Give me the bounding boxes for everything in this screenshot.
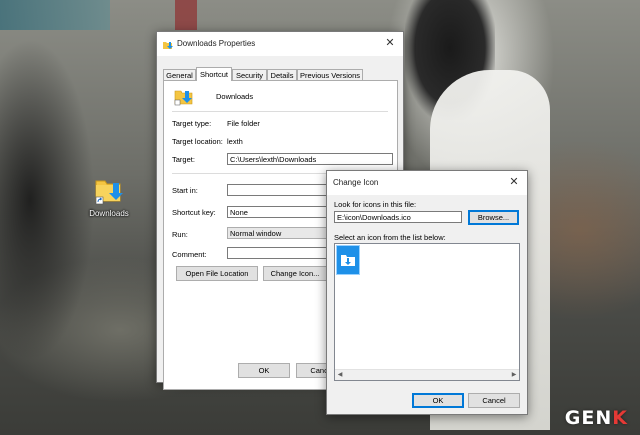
divider	[172, 111, 388, 112]
shortcut-name: Downloads	[216, 92, 254, 101]
select-icon-label: Select an icon from the list below:	[334, 233, 446, 242]
icon-list[interactable]: ◀ ▶	[334, 243, 520, 381]
close-icon[interactable]: ✕	[507, 175, 521, 189]
start-in-label: Start in:	[172, 186, 198, 195]
blue-folder-download-icon	[337, 246, 359, 274]
look-for-label: Look for icons in this file:	[334, 200, 417, 209]
target-label: Target:	[172, 155, 195, 164]
properties-ok-button[interactable]: OK	[238, 363, 290, 378]
icon-file-path-field[interactable]: E:\icon\Downloads.ico	[334, 211, 462, 223]
target-type-value: File folder	[227, 119, 260, 128]
change-icon-ok-button[interactable]: OK	[412, 393, 464, 408]
properties-titlebar[interactable]: Downloads Properties ✕	[157, 32, 403, 56]
run-label: Run:	[172, 230, 188, 239]
icon-list-scrollbar[interactable]: ◀ ▶	[335, 369, 519, 380]
scroll-left-icon[interactable]: ◀	[335, 370, 345, 380]
close-icon[interactable]: ✕	[383, 36, 397, 50]
properties-title: Downloads Properties	[177, 39, 256, 48]
icon-list-item-selected[interactable]	[336, 245, 360, 275]
change-icon-title: Change Icon	[333, 178, 379, 187]
tab-shortcut[interactable]: Shortcut	[196, 67, 232, 81]
target-type-label: Target type:	[172, 119, 212, 128]
change-icon-titlebar[interactable]: Change Icon ✕	[327, 171, 527, 195]
watermark-accent: K	[612, 407, 628, 429]
shortcut-key-label: Shortcut key:	[172, 208, 216, 217]
target-location-value: lexth	[227, 137, 243, 146]
comment-label: Comment:	[172, 250, 207, 259]
open-file-location-button[interactable]: Open File Location	[176, 266, 258, 281]
desktop-icon-label: Downloads	[89, 209, 129, 218]
change-icon-cancel-button[interactable]: Cancel	[468, 393, 520, 408]
target-field[interactable]: C:\Users\lexth\Downloads	[227, 153, 393, 165]
genk-watermark: GENK	[565, 407, 628, 429]
properties-title-icon	[163, 42, 173, 49]
change-icon-dialog: Change Icon ✕ Look for icons in this fil…	[326, 170, 528, 415]
wallpaper-shop-sign	[0, 0, 110, 30]
target-location-label: Target location:	[172, 137, 223, 146]
scroll-right-icon[interactable]: ▶	[509, 370, 519, 380]
shortcut-folder-icon	[174, 90, 193, 106]
folder-download-icon	[95, 180, 123, 205]
change-icon-button[interactable]: Change Icon...	[263, 266, 327, 281]
browse-button[interactable]: Browse...	[468, 210, 519, 225]
desktop-downloads-shortcut[interactable]: Downloads	[82, 173, 136, 218]
watermark-text: GEN	[564, 407, 613, 429]
wallpaper-red-banner	[175, 0, 197, 30]
